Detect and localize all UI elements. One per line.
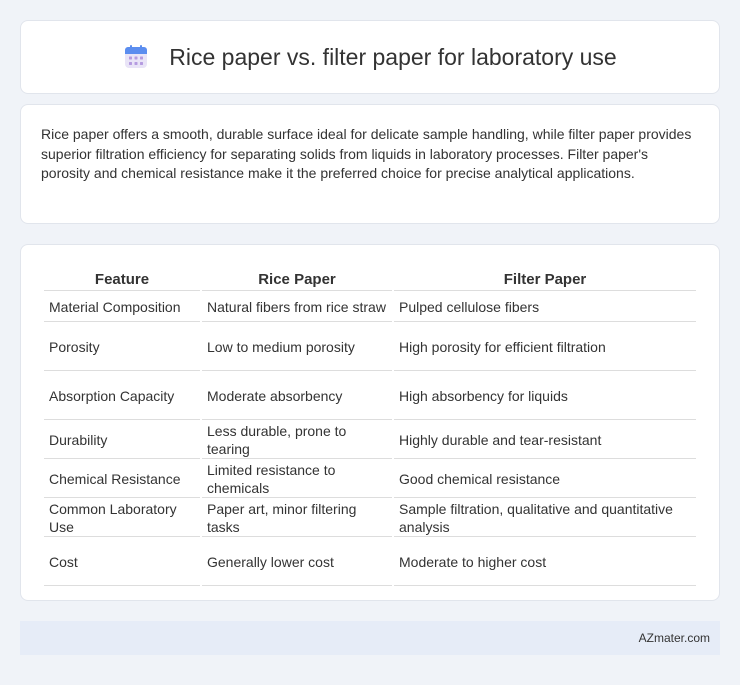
row-filter-paper: Highly durable and tear-resistant (394, 422, 696, 459)
row-rice-paper: Natural fibers from rice straw (202, 293, 392, 322)
row-rice-paper: Generally lower cost (202, 539, 392, 586)
table-row: Durability Less durable, prone to tearin… (44, 422, 696, 459)
table-row: Chemical Resistance Limited resistance t… (44, 461, 696, 498)
table-row: Common Laboratory Use Paper art, minor f… (44, 500, 696, 537)
table-header-row: Feature Rice Paper Filter Paper (44, 267, 696, 291)
row-rice-paper: Limited resistance to chemicals (202, 461, 392, 498)
row-filter-paper: Pulped cellulose fibers (394, 293, 696, 322)
row-rice-paper: Low to medium porosity (202, 324, 392, 371)
row-feature: Chemical Resistance (44, 461, 200, 498)
row-feature: Cost (44, 539, 200, 586)
row-rice-paper: Moderate absorbency (202, 373, 392, 420)
table-row: Material Composition Natural fibers from… (44, 293, 696, 322)
row-feature: Material Composition (44, 293, 200, 322)
header-rice-paper: Rice Paper (202, 267, 392, 291)
summary-text: Rice paper offers a smooth, durable surf… (41, 126, 692, 181)
page-title: Rice paper vs. filter paper for laborato… (169, 43, 617, 70)
footer-source: AZmater.com (638, 631, 710, 645)
calendar-icon (125, 45, 148, 68)
row-filter-paper: Sample filtration, qualitative and quant… (394, 500, 696, 537)
header-feature: Feature (44, 267, 200, 291)
table-row: Porosity Low to medium porosity High por… (44, 324, 696, 371)
row-feature: Porosity (44, 324, 200, 371)
row-filter-paper: Moderate to higher cost (394, 539, 696, 586)
comparison-card: Feature Rice Paper Filter Paper Material… (20, 244, 720, 601)
row-feature: Absorption Capacity (44, 373, 200, 420)
row-rice-paper: Paper art, minor filtering tasks (202, 500, 392, 537)
title-card: Rice paper vs. filter paper for laborato… (20, 20, 720, 94)
row-feature: Common Laboratory Use (44, 500, 200, 537)
table-row: Absorption Capacity Moderate absorbency … (44, 373, 696, 420)
row-feature: Durability (44, 422, 200, 459)
row-filter-paper: Good chemical resistance (394, 461, 696, 498)
header-filter-paper: Filter Paper (394, 267, 696, 291)
row-filter-paper: High absorbency for liquids (394, 373, 696, 420)
comparison-table: Feature Rice Paper Filter Paper Material… (42, 265, 698, 588)
table-row: Cost Generally lower cost Moderate to hi… (44, 539, 696, 586)
footer: AZmater.com (20, 621, 720, 655)
summary-card: Rice paper offers a smooth, durable surf… (20, 104, 720, 224)
row-rice-paper: Less durable, prone to tearing (202, 422, 392, 459)
title-wrap: Rice paper vs. filter paper for laborato… (123, 43, 617, 71)
row-filter-paper: High porosity for efficient filtration (394, 324, 696, 371)
